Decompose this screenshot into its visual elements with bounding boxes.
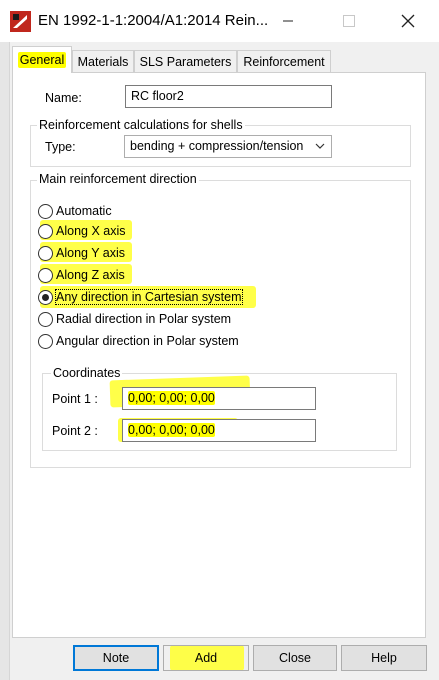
radio-radial-polar-label: Radial direction in Polar system: [56, 312, 232, 326]
radio-any-direction-cartesian-label: Any direction in Cartesian system: [55, 289, 243, 305]
tab-materials[interactable]: Materials: [72, 50, 134, 72]
radio-along-y-label: Along Y axis: [56, 246, 126, 260]
name-field[interactable]: RC floor2: [125, 85, 332, 108]
window-left-edge: [0, 42, 10, 680]
radio-along-x-label: Along X axis: [56, 224, 126, 238]
point2-value: 0,00; 0,00; 0,00: [128, 423, 215, 437]
radio-along-z-label: Along Z axis: [56, 268, 125, 282]
type-dropdown-value: bending + compression/tension: [130, 139, 304, 153]
maximize-icon[interactable]: [332, 6, 366, 36]
radio-button[interactable]: [38, 203, 53, 219]
point1-label: Point 1 :: [52, 392, 98, 406]
tab-sls-parameters[interactable]: SLS Parameters: [134, 50, 237, 72]
type-label: Type:: [45, 140, 76, 154]
radio-angular-polar-label: Angular direction in Polar system: [56, 334, 239, 348]
close-icon[interactable]: [391, 6, 425, 36]
chevron-down-icon: [315, 143, 325, 149]
point1-field[interactable]: 0,00; 0,00; 0,00: [122, 387, 316, 410]
radio-along-z[interactable]: Along Z axis: [38, 266, 125, 284]
point2-field[interactable]: 0,00; 0,00; 0,00: [122, 419, 316, 442]
minimize-icon[interactable]: [271, 6, 305, 36]
shells-group-title: Reinforcement calculations for shells: [37, 118, 245, 132]
radio-button[interactable]: [38, 333, 53, 349]
name-label: Name:: [45, 91, 82, 105]
radio-automatic-label: Automatic: [56, 204, 112, 218]
add-button[interactable]: Add: [163, 645, 249, 671]
radio-button[interactable]: [38, 245, 53, 261]
point1-value: 0,00; 0,00; 0,00: [128, 391, 215, 405]
tab-materials-label: Materials: [77, 55, 129, 69]
tab-reinforcement-label: Reinforcement: [243, 55, 325, 69]
tab-general[interactable]: General: [12, 46, 72, 73]
radio-button-selected[interactable]: [38, 289, 53, 305]
tab-general-label: General: [17, 52, 67, 68]
radio-button[interactable]: [38, 223, 53, 239]
close-button[interactable]: Close: [253, 645, 337, 671]
radio-any-direction-cartesian[interactable]: Any direction in Cartesian system: [38, 288, 243, 306]
point2-label: Point 2 :: [52, 424, 98, 438]
radio-along-x[interactable]: Along X axis: [38, 222, 125, 240]
radio-button[interactable]: [38, 311, 53, 327]
direction-group-title: Main reinforcement direction: [37, 172, 199, 186]
help-button[interactable]: Help: [341, 645, 427, 671]
radio-angular-polar[interactable]: Angular direction in Polar system: [38, 332, 239, 350]
radio-button[interactable]: [38, 267, 53, 283]
radio-radial-polar[interactable]: Radial direction in Polar system: [38, 310, 231, 328]
tab-reinforcement[interactable]: Reinforcement: [237, 50, 331, 72]
radio-automatic[interactable]: Automatic: [38, 202, 112, 220]
tab-sls-parameters-label: SLS Parameters: [139, 55, 232, 69]
note-button[interactable]: Note: [73, 645, 159, 671]
window-title: EN 1992-1-1:2004/A1:2014 Rein...: [38, 12, 269, 29]
type-dropdown[interactable]: bending + compression/tension: [124, 135, 332, 158]
radio-along-y[interactable]: Along Y axis: [38, 244, 125, 262]
structural-app-icon[interactable]: [10, 11, 31, 32]
coordinates-group-title: Coordinates: [51, 366, 123, 380]
